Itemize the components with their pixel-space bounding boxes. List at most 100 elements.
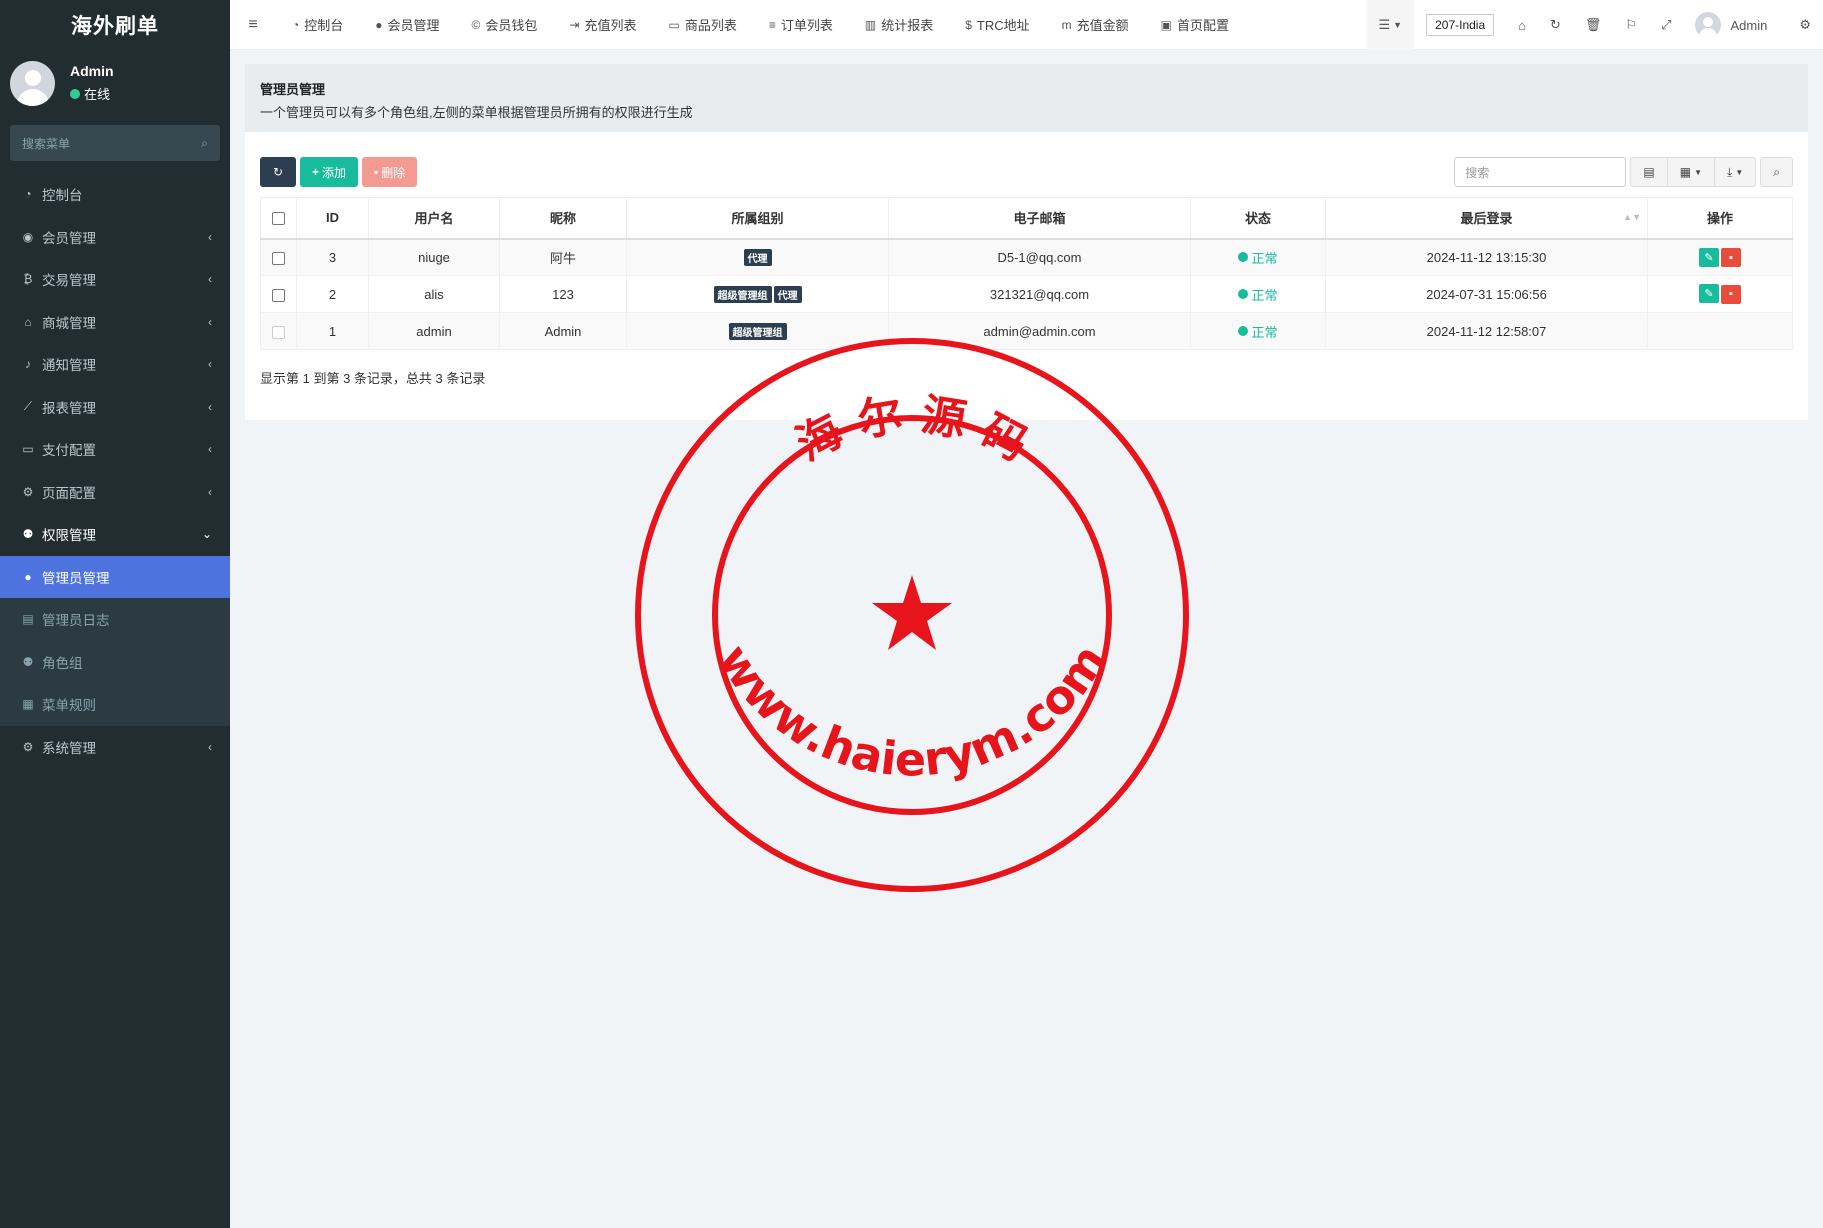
chevron-left-icon: ‹ — [208, 229, 212, 244]
list-alt-icon: ▤ — [1643, 165, 1655, 179]
pencil-icon: ✎ — [1704, 251, 1714, 264]
top-nav-link-7[interactable]: $ TRC地址 — [949, 0, 1045, 50]
menu-item-label: 管理员管理 — [42, 570, 110, 586]
refresh-button[interactable]: ↻ — [1538, 0, 1573, 50]
sidebar-subitem-2[interactable]: ⚉ 角色组 — [0, 641, 230, 684]
sidebar-item-7[interactable]: ⚙ 页面配置 ‹ — [0, 471, 230, 514]
sidebar-menu: ◔ 控制台 ◉ 会员管理 ‹ ₿ 交易管理 ‹ ⌂ 商城管理 ‹ ♪ 通知管理 ‹ ⟋ 报表管理 ‹ ▭ 支付配置 ‹… — [0, 173, 230, 768]
delete-button-label: 删除 — [381, 165, 406, 180]
language-button[interactable]: ⚐ — [1613, 0, 1649, 50]
cell-last-login: 2024-11-12 13:15:30 — [1325, 238, 1648, 276]
menu-item-label: 权限管理 — [42, 528, 96, 544]
table-search-input[interactable]: 搜索 — [1454, 157, 1627, 187]
admin-user-menu[interactable]: Admin — [1683, 0, 1787, 50]
sidebar-subitem-3[interactable]: ▦ 菜单规则 — [0, 683, 230, 726]
columns-button[interactable]: ▦ ▼ — [1666, 157, 1716, 187]
col-username[interactable]: 用户名 — [368, 197, 500, 240]
table-tools: 搜索 ▤ ▦ ▼ ⤓ ▼ ⌕ — [1454, 157, 1793, 187]
select-all-header — [260, 197, 297, 240]
multi-tab-dropdown[interactable]: ☰ ▼ — [1366, 0, 1415, 50]
row-checkbox[interactable] — [272, 288, 285, 302]
user-status-label: 在线 — [84, 87, 111, 102]
sidebar-item-system[interactable]: ⚙ 系统管理 ‹ — [0, 726, 230, 769]
cell-status: 正常 — [1190, 312, 1326, 350]
sign-in-icon: ⇥ — [569, 17, 580, 32]
sidebar-item-5[interactable]: ⟋ 报表管理 ‹ — [0, 386, 230, 429]
delete-row-button[interactable]: ▪ — [1721, 248, 1741, 267]
trash-icon: ▪ — [1729, 251, 1733, 264]
menu-item-label: 菜单规则 — [42, 698, 96, 714]
settings-button[interactable]: ⚙ — [1787, 0, 1823, 50]
clear-cache-button[interactable]: 🗑 — [1573, 0, 1614, 50]
group-badge: 超级管理组 — [728, 322, 787, 340]
app-logo[interactable]: 海外刷单 — [0, 0, 230, 50]
sidebar-item-3[interactable]: ⌂ 商城管理 ‹ — [0, 301, 230, 344]
col-email[interactable]: 电子邮箱 — [888, 197, 1191, 240]
top-nav-link-5[interactable]: ≡ 订单列表 — [753, 0, 849, 50]
site-select[interactable]: 207-India — [1414, 0, 1506, 50]
sidebar-toggle-icon[interactable]: ≡ — [230, 16, 276, 34]
status-dot-icon — [1238, 252, 1249, 263]
sidebar-item-6[interactable]: ▭ 支付配置 ‹ — [0, 428, 230, 471]
col-id[interactable]: ID — [296, 197, 369, 240]
col-last-login[interactable]: 最后登录 ▲▼ — [1325, 197, 1648, 240]
group-badge: 超级管理组 — [713, 285, 772, 303]
table-row: 1 admin Admin 超级管理组 admin@admin.com 正常 2024-11… — [260, 312, 1793, 350]
col-groups[interactable]: 所属组别 — [626, 197, 889, 240]
delete-row-button[interactable]: ▪ — [1721, 284, 1741, 304]
fullscreen-button[interactable]: ⤢ — [1649, 0, 1683, 50]
sidebar: 海外刷单 Admin 在线 搜索菜单 ⌕ ◔ 控制台 ◉ 会员管理 ‹ ₿ 交易管理 ‹ ⌂ 商城… — [0, 0, 230, 1228]
col-last-login-label: 最后登录 — [1460, 211, 1513, 227]
cogs-icon: ⚙ — [1799, 17, 1811, 32]
refresh-icon: ↻ — [1550, 17, 1561, 32]
add-button[interactable]: + 添加 — [300, 157, 359, 187]
refresh-icon: ↻ — [272, 165, 284, 179]
menu-item-label: 报表管理 — [42, 400, 96, 416]
home-button[interactable]: ⌂ — [1506, 0, 1538, 50]
top-nav-link-label: TRC地址 — [976, 18, 1030, 33]
status-label: 正常 — [1251, 324, 1278, 340]
top-nav-link-8[interactable]: m 充值金额 — [1046, 0, 1145, 50]
cell-username: alis — [368, 275, 500, 313]
top-nav-link-4[interactable]: ▭ 商品列表 — [652, 0, 752, 50]
top-nav-link-2[interactable]: © 会员钱包 — [456, 0, 554, 50]
top-navbar: ≡ ◔ 控制台 ● 会员管理 © 会员钱包 ⇥ 充值列表 ▭ 商品列表 ≡ 订单列表 ▥ 统计报表 $ TRC… — [230, 0, 1823, 50]
sidebar-subitem-1[interactable]: ▤ 管理员日志 — [0, 598, 230, 641]
sidebar-submenu: ● 管理员管理 ▤ 管理员日志 ⚉ 角色组 ▦ 菜单规则 — [0, 555, 230, 726]
col-status[interactable]: 状态 — [1190, 197, 1326, 240]
menu-item-label: 会员管理 — [42, 230, 96, 246]
sidebar-item-4[interactable]: ♪ 通知管理 ‹ — [0, 343, 230, 386]
top-nav-link-0[interactable]: ◔ 控制台 — [276, 0, 359, 50]
desktop-icon: ▭ — [668, 17, 680, 32]
top-nav-link-6[interactable]: ▥ 统计报表 — [849, 0, 949, 50]
sidebar-search-input[interactable]: 搜索菜单 ⌕ — [10, 125, 220, 161]
top-nav-link-1[interactable]: ● 会员管理 — [359, 0, 455, 50]
refresh-button[interactable]: ↻ — [260, 157, 296, 187]
advanced-search-button[interactable]: ⌕ — [1760, 157, 1793, 187]
sort-icon[interactable]: ▲▼ — [1623, 212, 1641, 222]
edit-button[interactable]: ✎ — [1699, 247, 1719, 267]
cell-actions: ✎ ▪ — [1647, 275, 1793, 313]
edit-button[interactable]: ✎ — [1699, 284, 1719, 304]
export-button[interactable]: ⤓ ▼ — [1714, 157, 1757, 187]
list-icon: ☰ — [1378, 17, 1391, 32]
menu-item-label: 角色组 — [42, 655, 83, 671]
search-icon[interactable]: ⌕ — [201, 136, 208, 151]
chevron-left-icon: ‹ — [208, 484, 212, 499]
users-icon: ⚉ — [22, 527, 34, 542]
delete-button[interactable]: ▪ 删除 — [362, 157, 418, 187]
sidebar-subitem-0[interactable]: ● 管理员管理 — [0, 555, 230, 598]
sidebar-item-2[interactable]: ₿ 交易管理 ‹ — [0, 258, 230, 301]
top-nav-link-9[interactable]: ▣ 首页配置 — [1145, 0, 1245, 50]
col-nickname[interactable]: 昵称 — [499, 197, 627, 240]
download-icon: ⤓ — [1727, 164, 1733, 179]
row-checkbox[interactable] — [272, 251, 285, 265]
toggle-view-button[interactable]: ▤ — [1630, 157, 1668, 187]
status-dot-icon — [1238, 289, 1249, 299]
top-nav-link-3[interactable]: ⇥ 充值列表 — [553, 0, 652, 50]
sidebar-item-0[interactable]: ◔ 控制台 — [0, 173, 230, 216]
search-icon: ⌕ — [1773, 164, 1780, 179]
sidebar-item-1[interactable]: ◉ 会员管理 ‹ — [0, 216, 230, 259]
sidebar-item-8[interactable]: ⚉ 权限管理 ⌄ — [0, 513, 230, 556]
select-all-checkbox[interactable] — [272, 212, 285, 226]
